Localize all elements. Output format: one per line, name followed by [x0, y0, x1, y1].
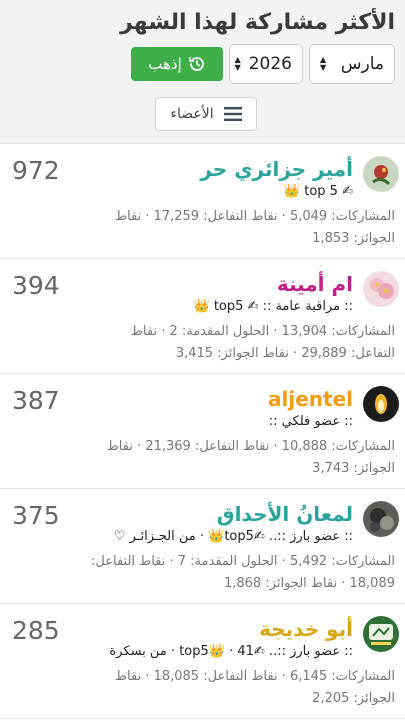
stats-line: الجوائز: 1,853: [312, 231, 395, 246]
avatar[interactable]: [363, 616, 399, 652]
member-name[interactable]: aljentel: [268, 386, 353, 412]
year-select[interactable]: 2026 ▲ ▼: [229, 44, 303, 84]
stats-line: المشاركات: 10,888 · نقاط التفاعل: 21,369…: [106, 439, 395, 454]
member-score: 285: [12, 616, 60, 645]
stats-line: التفاعل: 29,889 · نقاط الجوائز: 3,415: [175, 346, 395, 361]
go-button[interactable]: إذهب: [131, 47, 223, 81]
menu-icon: [223, 107, 242, 121]
list-item[interactable]: aljentel 387 :: عضو فلكي :: المشاركات: 1…: [0, 374, 405, 489]
avatar[interactable]: [363, 501, 399, 537]
members-label: الأعضاء: [170, 106, 214, 122]
list-item[interactable]: أبو خديجة 285 :: عضو بارز ::.. ✍top5👑 · …: [0, 604, 405, 719]
date-filters: مارس ▲ ▼ 2026 ▲ ▼ إذهب: [10, 44, 395, 84]
member-rank: :: عضو بارز ::.. ✍top5👑 · من الجـزائـر ♡: [113, 529, 353, 544]
select-arrows-icon: ▲ ▼: [320, 55, 327, 72]
members-list: أمير جزائري حر 972 ✍ top 5 👑 المشاركات: …: [0, 143, 405, 719]
stats-line: المشاركات: 13,904 · الحلول المقدمة: 2 · …: [130, 324, 395, 339]
avatar[interactable]: [363, 386, 399, 422]
year-value: 2026: [248, 54, 292, 74]
page-title: الأكثر مشاركة لهذا الشهر: [120, 10, 395, 35]
member-score: 972: [12, 156, 60, 185]
header-panel: الأكثر مشاركة لهذا الشهر مارس ▲ ▼ 2026 ▲ ▼…: [0, 0, 405, 143]
member-score: 375: [12, 501, 60, 530]
member-score: 394: [12, 271, 60, 300]
member-stats: المشاركات: 5,049 · نقاط التفاعل: 17,259 …: [6, 206, 395, 250]
members-button[interactable]: الأعضاء: [155, 97, 257, 131]
stats-line: الجوائز: 3,743: [312, 461, 395, 476]
history-icon: [189, 57, 204, 71]
avatar[interactable]: [363, 156, 399, 192]
list-item[interactable]: أمير جزائري حر 972 ✍ top 5 👑 المشاركات: …: [0, 144, 405, 259]
member-rank: :: مراقبة عامة :: ✍ top5 👑: [193, 299, 354, 314]
stats-line: المشاركات: 5,492 · الحلول المقدمة: 7 · ن…: [91, 554, 395, 569]
avatar[interactable]: [363, 271, 399, 307]
member-name[interactable]: أبو خديجة: [259, 616, 353, 642]
member-rank: ✍ top 5 👑: [283, 184, 353, 199]
member-stats: المشاركات: 5,492 · الحلول المقدمة: 7 · ن…: [6, 551, 395, 595]
member-score: 387: [12, 386, 60, 415]
list-item[interactable]: ام أمينة 394 :: مراقبة عامة :: ✍ top5 👑 …: [0, 259, 405, 374]
month-value: مارس: [340, 54, 384, 74]
member-stats: المشاركات: 6,145 · نقاط التفاعل: 18,085 …: [6, 666, 395, 710]
member-name[interactable]: ام أمينة: [277, 271, 353, 297]
stats-line: المشاركات: 5,049 · نقاط التفاعل: 17,259 …: [115, 209, 395, 224]
stats-line: المشاركات: 6,145 · نقاط التفاعل: 18,085 …: [115, 669, 395, 684]
member-stats: المشاركات: 10,888 · نقاط التفاعل: 21,369…: [6, 436, 395, 480]
stats-line: الجوائز: 2,205: [312, 691, 395, 706]
member-rank: :: عضو فلكي ::: [268, 414, 353, 429]
select-arrows-icon: ▲ ▼: [234, 55, 241, 72]
member-name[interactable]: لمعانُ الأحداق: [217, 501, 353, 527]
month-select[interactable]: مارس ▲ ▼: [309, 44, 395, 84]
member-stats: المشاركات: 13,904 · الحلول المقدمة: 2 · …: [6, 321, 395, 365]
stats-line: 18,089 · نقاط الجوائز: 1,868: [223, 576, 395, 591]
go-label: إذهب: [148, 55, 182, 73]
member-rank: :: عضو بارز ::.. ✍top5👑 · 41 · من بسكرة: [109, 644, 353, 659]
member-name[interactable]: أمير جزائري حر: [200, 156, 353, 182]
list-item[interactable]: لمعانُ الأحداق 375 :: عضو بارز ::.. ✍top…: [0, 489, 405, 604]
